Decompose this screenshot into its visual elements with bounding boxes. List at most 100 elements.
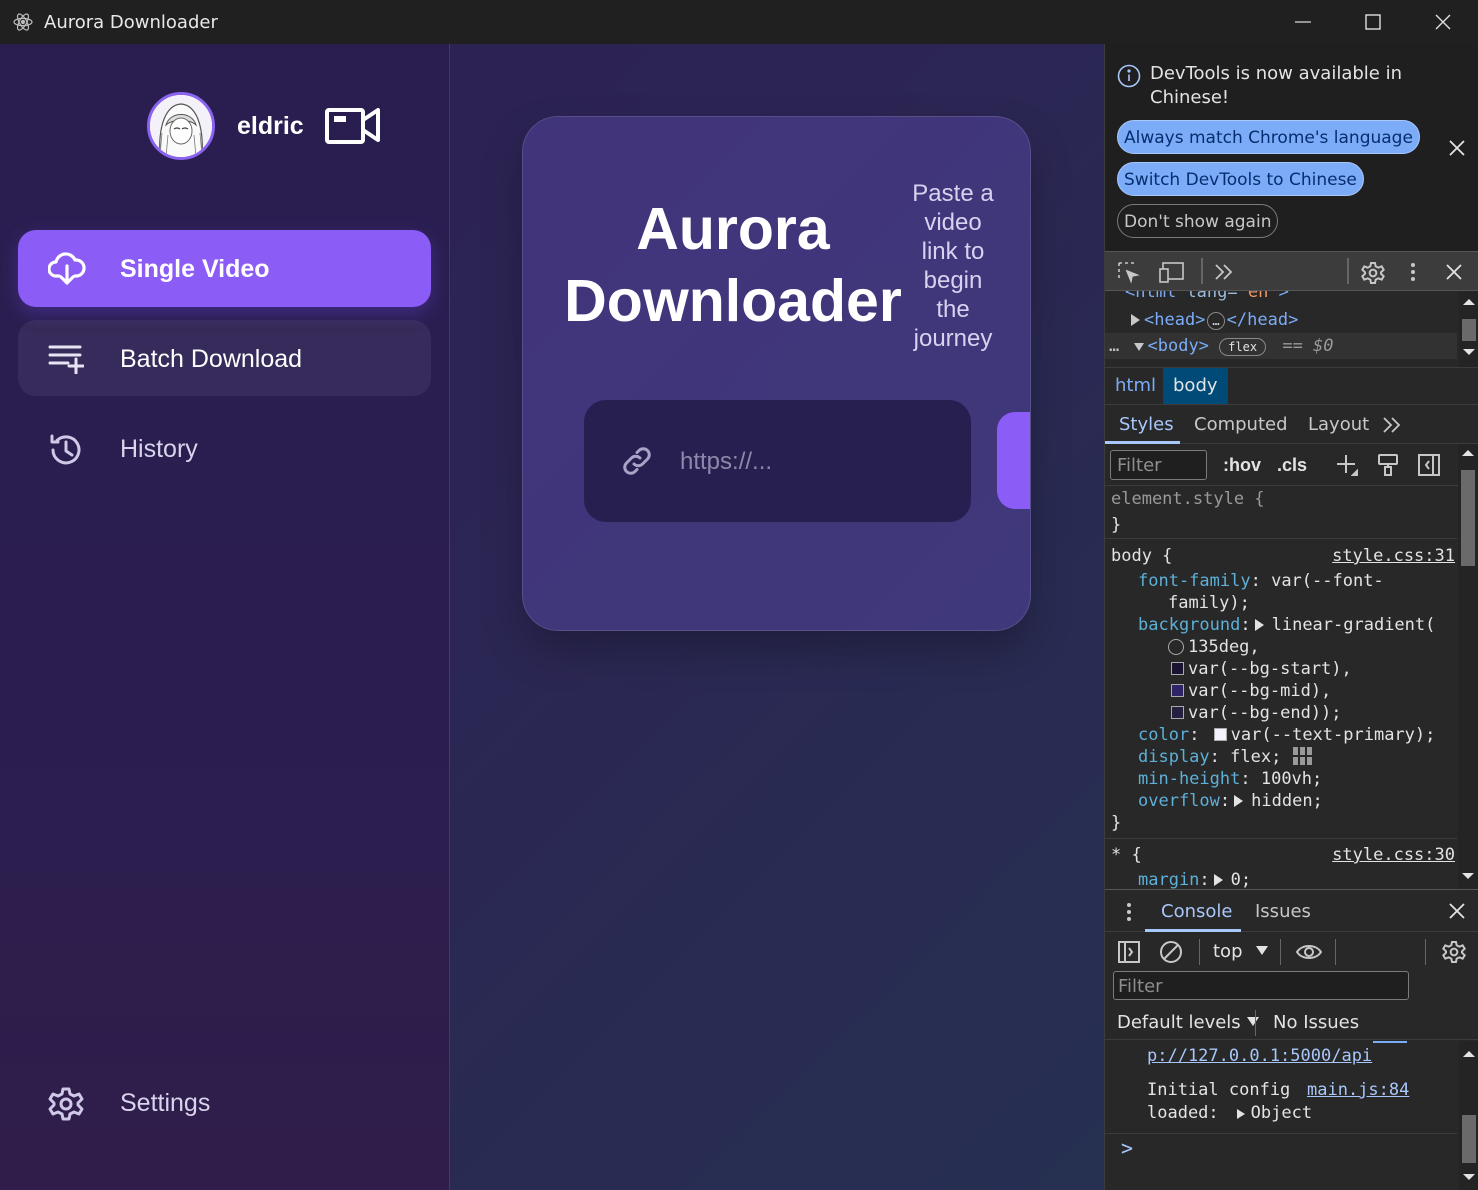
url-input[interactable]: https://...	[584, 400, 971, 522]
color-swatch[interactable]	[1171, 684, 1184, 697]
more-tabs-icon[interactable]	[1213, 261, 1235, 288]
flex-badge[interactable]: flex	[1219, 338, 1267, 356]
expand-arrow-icon[interactable]	[1234, 795, 1244, 807]
sidebar-toggle-icon[interactable]	[1417, 453, 1441, 482]
drawer-tab-bar: Console Issues	[1105, 889, 1478, 932]
decl-color[interactable]: color: var(--text-primary);	[1138, 724, 1435, 746]
console-settings-icon[interactable]	[1442, 940, 1466, 969]
row-menu-icon[interactable]: …	[1109, 336, 1119, 356]
expand-arrow-icon[interactable]	[1254, 619, 1264, 631]
device-toolbar-icon[interactable]	[1159, 261, 1185, 288]
gradient-angle[interactable]: 135deg,	[1168, 636, 1260, 658]
kebab-menu-icon[interactable]	[1409, 261, 1417, 288]
ellipsis-badge[interactable]: …	[1207, 312, 1225, 330]
close-notice-icon[interactable]	[1448, 139, 1466, 162]
decl-display[interactable]: display: flex;	[1138, 746, 1314, 768]
expand-arrow-icon[interactable]	[1236, 1109, 1245, 1119]
console-filter-input[interactable]: Filter	[1113, 971, 1409, 1000]
tree-row-head[interactable]: <head>… </head>	[1131, 307, 1478, 333]
gradient-stop-mid[interactable]: var(--bg-mid),	[1171, 680, 1331, 702]
switch-to-chinese-button[interactable]: Switch DevTools to Chinese	[1117, 162, 1364, 196]
collapse-arrow-icon[interactable]	[1133, 343, 1144, 351]
levels-label: Default levels	[1117, 1012, 1241, 1033]
close-window-button[interactable]	[1408, 0, 1478, 44]
breadcrumb-html[interactable]: html	[1105, 368, 1166, 404]
prop-name: min-height	[1138, 769, 1241, 789]
maximize-button[interactable]	[1338, 0, 1408, 44]
tab-styles[interactable]: Styles	[1119, 414, 1174, 435]
element-style-rule[interactable]: element.style {	[1111, 488, 1265, 510]
angle-clock-icon[interactable]	[1168, 639, 1184, 655]
context-selector[interactable]: top	[1213, 941, 1269, 962]
avatar[interactable]	[147, 92, 215, 160]
electron-atom-icon	[12, 11, 34, 38]
decl-overflow[interactable]: overflow: hidden;	[1138, 790, 1323, 812]
tree-row-html[interactable]: <html lang="en">	[1125, 291, 1475, 305]
tab-issues[interactable]: Issues	[1255, 901, 1311, 922]
console-sidebar-icon[interactable]	[1117, 940, 1141, 969]
expand-arrow-icon[interactable]	[1213, 874, 1223, 886]
tab-console[interactable]: Console	[1161, 901, 1232, 922]
page-title: Aurora Downloader	[543, 193, 923, 337]
decl-min-height[interactable]: min-height: 100vh;	[1138, 768, 1322, 790]
info-icon	[1117, 64, 1141, 93]
elements-scrollbar[interactable]	[1459, 291, 1478, 367]
color-swatch[interactable]	[1213, 728, 1227, 741]
gradient-stop-end[interactable]: var(--bg-end));	[1171, 702, 1342, 724]
color-swatch[interactable]	[1171, 706, 1184, 719]
default-levels-dropdown[interactable]: Default levels	[1117, 1012, 1259, 1033]
nav-single-video[interactable]: Single Video	[18, 230, 431, 307]
body-source-link[interactable]: style.css:31	[1332, 545, 1455, 567]
prop-value: flex;	[1230, 747, 1282, 767]
filter-placeholder: Filter	[1118, 976, 1163, 997]
log-source-link[interactable]: main.js:84	[1307, 1079, 1409, 1101]
flexbox-editor-icon[interactable]	[1292, 746, 1314, 766]
expand-arrow-icon[interactable]	[1131, 314, 1140, 326]
star-source-link[interactable]: style.css:30	[1332, 844, 1455, 866]
log-levels-bar: Default levels No Issues	[1105, 1004, 1478, 1040]
color-swatch[interactable]	[1171, 662, 1184, 675]
decl-margin[interactable]: margin: 0;	[1138, 869, 1251, 889]
download-button[interactable]	[997, 412, 1030, 509]
paint-brush-icon[interactable]	[1377, 453, 1399, 482]
dont-show-again-button[interactable]: Don't show again	[1117, 204, 1279, 238]
title-bar: Aurora Downloader	[0, 0, 1478, 44]
video-camera-icon	[324, 102, 382, 153]
decl-font-family[interactable]: font-family: var(--font-	[1138, 570, 1384, 592]
styles-filter-input[interactable]: Filter	[1110, 450, 1207, 480]
issues-count[interactable]: No Issues	[1273, 1012, 1359, 1033]
cls-toggle[interactable]: .cls	[1277, 455, 1307, 476]
nav-settings[interactable]: Settings	[18, 1064, 431, 1141]
hov-toggle[interactable]: :hov	[1223, 455, 1261, 476]
prop-value: 135deg,	[1188, 637, 1260, 657]
rule-divider	[1105, 538, 1457, 539]
tree-row-body[interactable]: … <body> flex == $0	[1105, 333, 1457, 359]
console-scrollbar[interactable]	[1459, 1041, 1478, 1190]
minimize-button[interactable]	[1268, 0, 1338, 44]
page-title-line-1: Aurora	[636, 196, 830, 262]
tab-layout[interactable]: Layout	[1308, 414, 1369, 435]
console-prompt[interactable]: >	[1121, 1137, 1133, 1159]
download-card: Aurora Downloader Paste a video link to …	[522, 116, 1031, 631]
toolbar-divider	[1199, 939, 1200, 965]
gradient-stop-start[interactable]: var(--bg-start),	[1171, 658, 1352, 680]
api-link[interactable]: p://127.0.0.1:5000/api	[1147, 1045, 1372, 1067]
close-drawer-icon[interactable]	[1448, 902, 1466, 925]
always-match-language-button[interactable]: Always match Chrome's language	[1117, 120, 1420, 154]
decl-background[interactable]: background: linear-gradient(	[1138, 614, 1435, 636]
breadcrumb-body[interactable]: body	[1163, 368, 1228, 404]
live-expression-eye-icon[interactable]	[1295, 940, 1323, 969]
nav-batch-download[interactable]: Batch Download	[18, 320, 431, 396]
close-devtools-icon[interactable]	[1445, 263, 1463, 286]
tab-computed[interactable]: Computed	[1194, 414, 1288, 435]
clear-console-icon[interactable]	[1159, 940, 1183, 969]
drawer-menu-icon[interactable]	[1125, 901, 1133, 928]
prop-value: hidden;	[1251, 791, 1323, 811]
more-tabs-icon[interactable]	[1381, 414, 1403, 441]
log-object[interactable]: Object	[1251, 1103, 1312, 1123]
settings-gear-icon[interactable]	[1361, 261, 1385, 290]
styles-scrollbar[interactable]	[1458, 444, 1478, 889]
nav-history[interactable]: History	[18, 410, 431, 487]
new-rule-icon[interactable]	[1335, 453, 1359, 482]
inspect-element-icon[interactable]	[1117, 261, 1141, 290]
